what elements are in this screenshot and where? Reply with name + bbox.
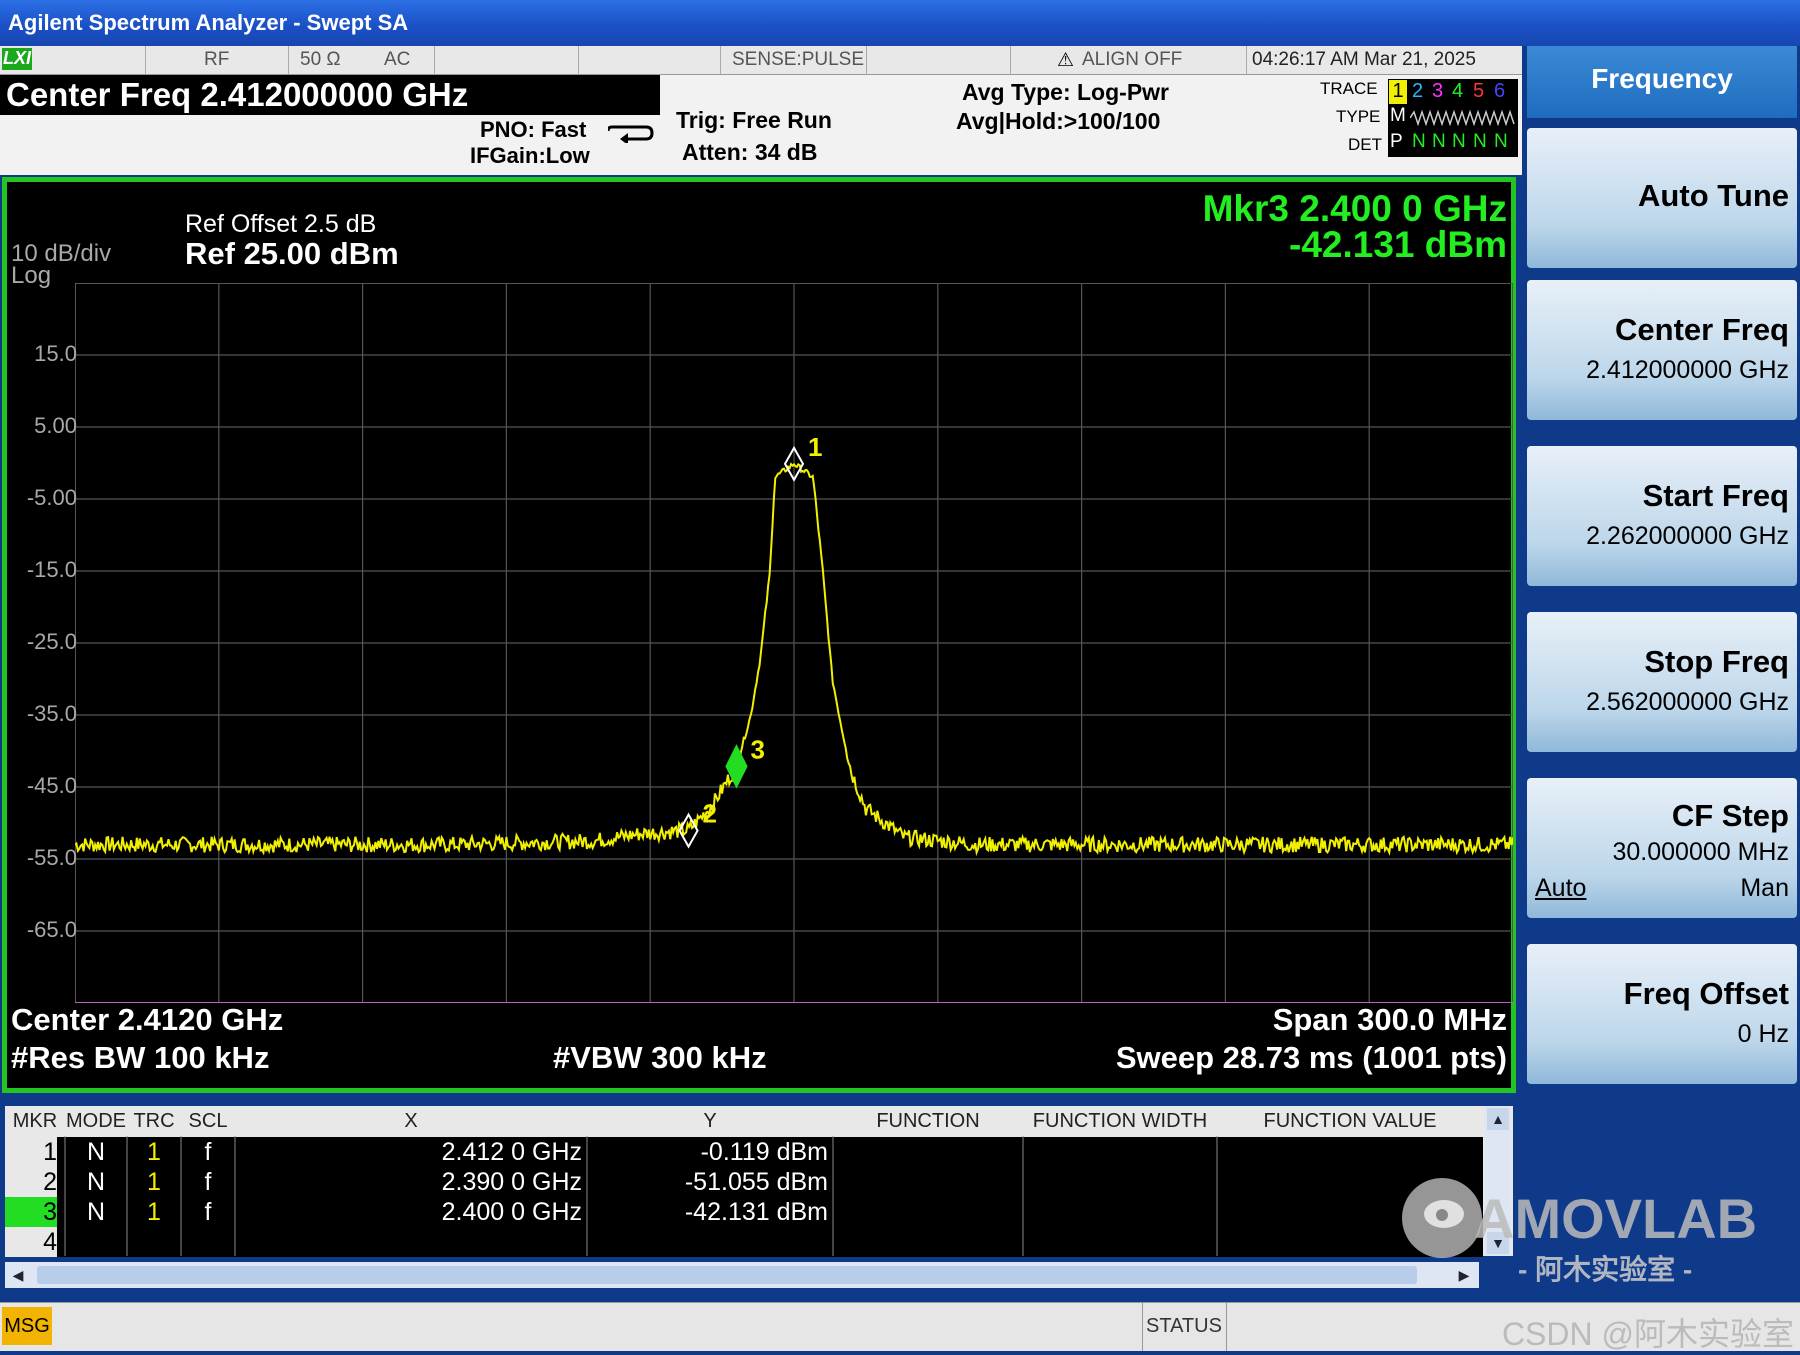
freq-offset-button[interactable]: Freq Offset 0 Hz [1527,944,1797,1084]
det-4: N [1452,131,1466,152]
softkey-menu-title: Frequency [1527,46,1797,118]
center-freq-footer: Center 2.4120 GHz [11,1002,284,1037]
trigger-label: Trig: Free Run [676,107,832,133]
graticule [75,283,1513,1003]
trace-type-wave-icon [1410,109,1515,127]
cf-step-auto: Auto [1535,874,1587,902]
det-row-label: DET [1348,135,1382,154]
pno-label: PNO: Fast [480,117,587,142]
spectrum-display[interactable]: Ref Offset 2.5 dB Ref 25.00 dBm 10 dB/di… [2,177,1516,1093]
horizontal-scrollbar[interactable]: ◀ ▶ [5,1262,1479,1288]
warning-icon: ⚠ [1057,50,1075,71]
det-1: P [1390,131,1403,152]
col-function-width: FUNCTION WIDTH [1032,1110,1208,1132]
det-3: N [1432,131,1446,152]
start-freq-button[interactable]: Start Freq 2.262000000 GHz [1527,446,1797,586]
scroll-thumb[interactable] [37,1266,1417,1284]
rbw-footer: #Res BW 100 kHz [11,1040,270,1075]
col-function: FUNCTION [876,1110,980,1132]
scale-type: Log [11,262,52,289]
sweep-footer: Sweep 28.73 ms (1001 pts) [1115,1040,1507,1075]
auto-tune-button[interactable]: Auto Tune [1527,128,1797,268]
csdn-watermark: CSDN @阿木实验室 [1501,1316,1794,1352]
sense-label: SENSE:PULSE [732,49,864,70]
softkey-panel: Frequency Auto Tune Center Freq 2.412000… [1525,46,1800,1296]
ref-offset: Ref Offset 2.5 dB [185,210,377,238]
lxi-logo: LXI [2,48,32,70]
coupling-label: AC [384,49,411,70]
det-5: N [1473,131,1487,152]
ref-level: Ref 25.00 dBm [185,236,399,271]
det-6: N [1494,131,1508,152]
trace-6-indicator: 6 [1494,80,1506,102]
center-freq-title: Center Freq 2.412000000 GHz [0,75,660,115]
status-indicator[interactable]: STATUS [1146,1315,1222,1338]
span-footer: Span 300.0 MHz [1272,1002,1507,1037]
trace-4-indicator: 4 [1452,80,1464,102]
y-tick-label: -55.0 [26,845,77,870]
marker-2-label: 2 [703,799,717,829]
datetime: 04:26:17 AM Mar 21, 2025 [1252,49,1476,70]
ifgain-label: IFGain:Low [470,143,590,168]
watermark-sub: - 阿木实验室 - [1518,1254,1693,1285]
y-tick-label: -65.0 [26,917,77,942]
impedance-label: 50 Ω [300,49,341,70]
cf-step-man: Man [1740,874,1789,902]
trace-2-indicator: 2 [1412,80,1424,102]
msg-indicator[interactable]: MSG [2,1307,52,1345]
atten-label: Atten: 34 dB [682,139,818,165]
trace-row-label: TRACE [1320,79,1378,98]
y-tick-label: -5.00 [26,485,77,510]
det-2: N [1412,131,1426,152]
y-tick-label: 15.0 [34,341,77,366]
scroll-up-icon[interactable]: ▲ [1487,1108,1509,1130]
col-y: Y [703,1110,717,1132]
watermark: AMOVLAB - 阿木实验室 - [1390,1168,1800,1298]
settings-summary: Center Freq 2.412000000 GHz PNO: Fast IF… [0,75,1522,175]
watermark-brand: AMOVLAB [1474,1187,1758,1250]
col-scl: SCL [188,1110,228,1132]
col-function-value: FUNCTION VALUE [1263,1110,1437,1132]
marker-3-label: 3 [750,734,764,764]
trace-type: M [1390,105,1406,126]
avg-type-label: Avg Type: Log-Pwr [962,79,1169,105]
align-status: ALIGN OFF [1082,49,1183,70]
y-tick-label: -35.0 [26,701,77,726]
scroll-left-icon[interactable]: ◀ [7,1264,29,1286]
table-grid [64,1136,1218,1256]
type-row-label: TYPE [1336,107,1381,126]
vbw-footer: #VBW 300 kHz [553,1040,767,1075]
col-x: X [404,1110,418,1132]
avg-hold-label: Avg|Hold:>100/100 [956,108,1161,134]
trace-1-indicator: 1 [1389,80,1407,104]
cf-step-button[interactable]: CF Step 30.000000 MHz Auto Man [1527,778,1797,918]
rf-input-label: RF [204,49,230,70]
window-title: Agilent Spectrum Analyzer - Swept SA [0,0,1800,46]
center-freq-button[interactable]: Center Freq 2.412000000 GHz [1527,280,1797,420]
y-tick-label: 5.00 [34,413,77,438]
message-bar: MSG STATUS CSDN @阿木实验室 [0,1302,1800,1352]
y-tick-label: -45.0 [26,773,77,798]
trace-indicator: 1 2 3 4 5 6 M P N N N N N [1388,79,1518,157]
instrument-status-bar: LXI RF 50 Ω AC SENSE:PULSE ⚠ ALIGN OFF 0… [0,46,1522,75]
col-trc: TRC [133,1110,175,1132]
marker-readout-amp: -42.131 dBm [1289,224,1507,265]
marker-table: MKR MODE TRC SCL X Y FUNCTION FUNCTION W… [5,1106,1513,1257]
col-mode: MODE [66,1110,126,1132]
sweep-mode-icon [608,125,654,143]
spectrum-plot[interactable]: 1 2 3 [75,283,1513,1003]
y-tick-label: -15.0 [26,557,77,582]
trace-5-indicator: 5 [1473,80,1485,102]
marker-1-label: 1 [808,432,822,462]
trace-3-indicator: 3 [1432,80,1444,102]
col-mkr: MKR [12,1110,58,1132]
y-tick-label: -25.0 [26,629,77,654]
stop-freq-button[interactable]: Stop Freq 2.562000000 GHz [1527,612,1797,752]
